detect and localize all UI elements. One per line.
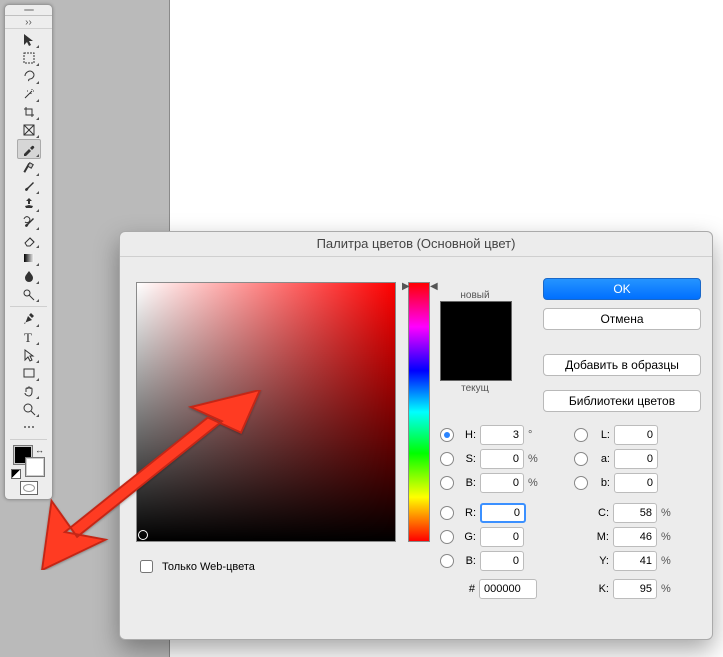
green-label: G:	[458, 531, 476, 543]
black-input[interactable]: 95	[613, 579, 657, 599]
blue-radio[interactable]	[440, 554, 454, 568]
tool-brush[interactable]	[18, 177, 40, 195]
yellow-label: Y:	[591, 555, 609, 567]
tool-gradient[interactable]	[18, 249, 40, 267]
hue-label: H:	[458, 429, 476, 441]
tool-hand[interactable]	[18, 382, 40, 400]
hue-input[interactable]: 3	[480, 425, 524, 445]
cyan-label: C:	[591, 507, 609, 519]
black-unit: %	[661, 583, 677, 595]
hex-input[interactable]: 000000	[479, 579, 537, 599]
panel-expand-toggle[interactable]: ››	[5, 16, 52, 29]
tool-blur[interactable]	[18, 267, 40, 285]
web-colors-only-checkbox[interactable]: Только Web-цвета	[136, 557, 255, 576]
red-input[interactable]: 0	[480, 503, 526, 523]
tool-dodge[interactable]	[18, 285, 40, 303]
tool-pen[interactable]	[18, 310, 40, 328]
yellow-unit: %	[661, 555, 677, 567]
dialog-title[interactable]: Палитра цветов (Основной цвет)	[120, 232, 712, 257]
background-swatch[interactable]	[25, 457, 45, 477]
sat-input[interactable]: 0	[480, 449, 524, 469]
tool-edit-toolbar[interactable]	[18, 418, 40, 436]
lab-l-radio[interactable]	[574, 428, 588, 442]
lab-b-label: b:	[592, 477, 610, 489]
new-color-label: новый	[440, 290, 510, 301]
lab-b-radio[interactable]	[574, 476, 588, 490]
new-color-swatch[interactable]	[441, 302, 511, 341]
quickmask-toggle[interactable]	[7, 479, 50, 497]
tool-lasso[interactable]	[18, 67, 40, 85]
green-input[interactable]: 0	[480, 527, 524, 547]
tool-rectangle[interactable]	[18, 364, 40, 382]
color-libraries-button[interactable]: Библиотеки цветов	[543, 390, 701, 412]
color-preview: новый текущ	[440, 290, 510, 394]
green-radio[interactable]	[440, 530, 454, 544]
hue-slider[interactable]	[408, 282, 430, 542]
tool-eyedropper[interactable]	[17, 139, 41, 159]
black-label: K:	[591, 583, 609, 595]
cancel-button[interactable]: Отмена	[543, 308, 701, 330]
hue-unit: °	[528, 429, 544, 441]
tool-spot-heal[interactable]	[18, 159, 40, 177]
hue-slider-thumb-right[interactable]: ◀	[430, 281, 438, 292]
tool-path-select[interactable]	[18, 346, 40, 364]
tool-zoom[interactable]	[18, 400, 40, 418]
tool-clone-stamp[interactable]	[18, 195, 40, 213]
lab-a-radio[interactable]	[574, 452, 588, 466]
tool-type[interactable]: T	[18, 328, 40, 346]
sat-radio[interactable]	[440, 452, 454, 466]
tool-magic-wand[interactable]	[18, 85, 40, 103]
bri-unit: %	[528, 477, 544, 489]
lab-b-input[interactable]: 0	[614, 473, 658, 493]
red-radio[interactable]	[440, 506, 454, 520]
current-color-label: текущ	[440, 383, 510, 394]
swap-colors-icon[interactable]: ↔	[35, 445, 44, 455]
bri-label: B:	[458, 477, 476, 489]
color-picker-dialog: Палитра цветов (Основной цвет) ▶ ◀ новый…	[119, 231, 713, 640]
tool-move[interactable]	[18, 31, 40, 49]
tool-marquee[interactable]	[18, 49, 40, 67]
tool-crop[interactable]	[18, 103, 40, 121]
tool-frame[interactable]	[18, 121, 40, 139]
bri-input[interactable]: 0	[480, 473, 524, 493]
web-colors-only-input[interactable]	[140, 560, 153, 573]
color-value-fields: H: 3 ° L: 0 S: 0 % a: 0	[440, 423, 698, 601]
add-to-swatches-button[interactable]: Добавить в образцы	[543, 354, 701, 376]
red-label: R:	[458, 507, 476, 519]
panel-grip[interactable]	[5, 5, 52, 16]
blue-input[interactable]: 0	[480, 551, 524, 571]
hue-radio[interactable]	[440, 428, 454, 442]
tool-history-brush[interactable]	[18, 213, 40, 231]
hue-slider-thumb-left[interactable]: ▶	[402, 281, 410, 292]
svg-text:T: T	[24, 330, 32, 344]
saturation-brightness-field[interactable]	[136, 282, 396, 542]
cyan-input[interactable]: 58	[613, 503, 657, 523]
lab-a-label: a:	[592, 453, 610, 465]
color-swatches: ↔	[7, 443, 50, 479]
ok-button[interactable]: OK	[543, 278, 701, 300]
magenta-label: M:	[591, 531, 609, 543]
magenta-input[interactable]: 46	[613, 527, 657, 547]
cyan-unit: %	[661, 507, 677, 519]
bri-radio[interactable]	[440, 476, 454, 490]
sat-unit: %	[528, 453, 544, 465]
tool-eraser[interactable]	[18, 231, 40, 249]
yellow-input[interactable]: 41	[613, 551, 657, 571]
magenta-unit: %	[661, 531, 677, 543]
sat-label: S:	[458, 453, 476, 465]
lab-a-input[interactable]: 0	[614, 449, 658, 469]
blue-label: B:	[458, 555, 476, 567]
default-colors-icon[interactable]	[11, 469, 21, 479]
tools-panel: ›› T ↔	[4, 4, 53, 500]
lab-l-label: L:	[592, 429, 610, 441]
color-picker-cursor[interactable]	[138, 530, 148, 540]
current-color-swatch[interactable]	[441, 341, 511, 380]
lab-l-input[interactable]: 0	[614, 425, 658, 445]
hex-label: #	[457, 583, 475, 595]
web-colors-only-label: Только Web-цвета	[162, 561, 255, 573]
